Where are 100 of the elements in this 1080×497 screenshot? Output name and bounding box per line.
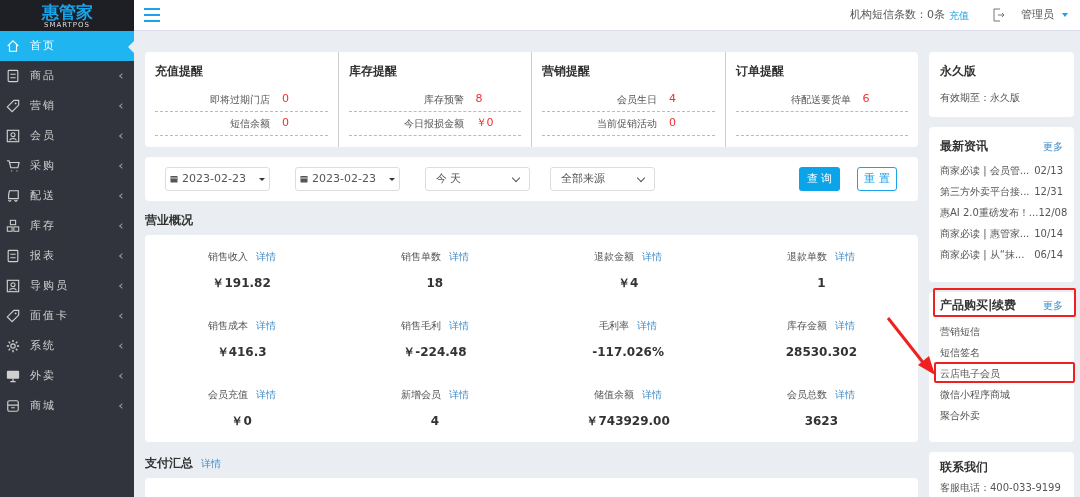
detail-link[interactable]: 详情 — [642, 249, 663, 264]
news-item[interactable]: 商家必读 | 会员管... 02/13 — [940, 162, 1063, 178]
pointer-arrow — [885, 315, 937, 377]
news-item[interactable]: 商家必读 | 从“抹... 06/14 — [940, 246, 1063, 262]
sidebar-item[interactable]: 采购 — [0, 151, 134, 181]
stat-value: 1 — [817, 275, 826, 292]
date-field[interactable]: 2023-02-23 — [165, 167, 270, 191]
id-card-icon — [6, 129, 20, 143]
detail-link[interactable]: 详情 — [835, 387, 856, 402]
stat-value: ￥0 — [231, 413, 252, 430]
phone-text: 客服电话：400-033-9199 — [940, 482, 1062, 494]
store-icon — [6, 399, 20, 413]
stat-label: 储值余额 — [594, 388, 635, 402]
reminder-value: 6 — [862, 91, 870, 108]
detail-link[interactable]: 详情 — [448, 387, 469, 402]
product-link[interactable]: 营销短信 — [940, 324, 980, 340]
product-link[interactable]: 微信小程序商城 — [940, 387, 1010, 403]
stat-value: 18 — [426, 275, 444, 292]
stat-value: -117.026% — [592, 344, 664, 361]
user-menu[interactable]: 管理员 — [1021, 6, 1068, 24]
product-link[interactable]: 聚合外卖 — [940, 408, 980, 424]
detail-link[interactable]: 详情 — [642, 387, 663, 402]
caret-icon — [1062, 13, 1068, 17]
date-field[interactable]: 2023-02-23 — [295, 167, 400, 191]
reminder-value: 0 — [669, 115, 676, 132]
reminder-label: 当前促销活动 — [596, 117, 657, 131]
stat-value: 4 — [430, 413, 440, 430]
active-pointer — [128, 41, 134, 53]
settings-icon — [6, 339, 20, 353]
sidebar-item[interactable]: 库存 — [0, 211, 134, 241]
more-link[interactable]: 更多 — [1043, 297, 1063, 313]
stat-label: 退款单数 — [787, 250, 828, 264]
news-item[interactable]: 第三方外卖平台接... 12/31 — [940, 183, 1063, 199]
stat-value: ￥416.3 — [216, 344, 267, 361]
detail-link[interactable]: 详情 — [835, 249, 856, 264]
detail-link[interactable]: 详情 — [255, 387, 276, 402]
sidebar-item[interactable]: 报表 — [0, 241, 134, 271]
sidebar-item[interactable]: 商城 — [0, 391, 134, 421]
sidebar-item[interactable]: 导购员 — [0, 271, 134, 301]
sidebar-item[interactable]: 外卖 — [0, 361, 134, 391]
stat-value: ￥4 — [617, 275, 639, 292]
caret-icon — [259, 177, 265, 181]
news-item[interactable]: 商家必读 | 惠管家... 10/14 — [940, 225, 1063, 241]
stat-label: 库存金额 — [787, 319, 828, 333]
truck-icon — [6, 189, 20, 203]
sidebar-item[interactable]: 商品 — [0, 61, 134, 91]
menu-icon[interactable] — [144, 8, 160, 22]
tag-icon — [6, 309, 20, 323]
card-title: 永久版 — [940, 63, 977, 80]
reminder-label: 今日报损金额 — [402, 117, 464, 131]
stat-label: 会员充值 — [207, 388, 248, 402]
detail-link[interactable]: 详情 — [448, 249, 469, 264]
detail-link[interactable]: 详情 — [448, 318, 469, 333]
section-title: 营业概况 — [145, 213, 194, 227]
stat-label: 会员总数 — [787, 388, 828, 402]
stat-label: 退款金额 — [594, 250, 635, 264]
stat-label: 销售毛利 — [400, 319, 441, 333]
reminder-label: 库存预警 — [422, 93, 464, 107]
detail-link[interactable]: 详情 — [637, 318, 658, 333]
sidebar-item[interactable]: 配送 — [0, 181, 134, 211]
stat-label: 销售单数 — [400, 250, 441, 264]
detail-link[interactable]: 详情 — [835, 318, 856, 333]
document-icon — [6, 249, 20, 263]
sidebar-item[interactable]: 系统 — [0, 331, 134, 361]
more-link[interactable]: 更多 — [1043, 138, 1063, 154]
stat-label: 销售收入 — [207, 250, 248, 264]
reminder-value: ￥0 — [475, 115, 494, 132]
stat-value: 3623 — [804, 413, 839, 430]
card-title: 产品购买|续费 — [940, 297, 1017, 314]
stat-value: ￥191.82 — [212, 275, 271, 292]
calendar-icon — [170, 175, 178, 183]
detail-link[interactable]: 详情 — [255, 318, 276, 333]
reminder-label: 即将过期门店 — [209, 93, 270, 107]
stat-label: 毛利率 — [599, 319, 630, 333]
reminder-label: 短信余额 — [229, 117, 270, 131]
reminder-value: 0 — [282, 115, 289, 132]
card-title: 订单提醒 — [735, 63, 785, 80]
sidebar-item[interactable]: 面值卡 — [0, 301, 134, 331]
logout-icon[interactable] — [993, 8, 1005, 22]
card-title: 营销提醒 — [542, 63, 591, 80]
sidebar-item[interactable]: 营销 — [0, 91, 134, 121]
period-select[interactable]: 今 天 — [425, 167, 530, 191]
card-title: 库存提醒 — [348, 63, 398, 80]
cart-icon — [6, 159, 20, 173]
source-select[interactable]: 全部来源 — [550, 167, 655, 191]
caret-icon — [389, 177, 395, 181]
sidebar-item[interactable]: 会员 — [0, 121, 134, 151]
detail-link[interactable]: 详情 — [255, 249, 276, 264]
card-title: 最新资讯 — [940, 138, 988, 155]
reminder-value: 4 — [669, 91, 676, 108]
stat-value: ￥-224.48 — [403, 344, 467, 361]
card-title: 充值提醒 — [155, 63, 204, 80]
tag-icon — [6, 99, 20, 113]
document-icon — [6, 69, 20, 83]
stat-label: 销售成本 — [207, 319, 248, 333]
product-link[interactable]: 短信签名 — [940, 345, 980, 361]
reminder-value: 8 — [475, 91, 483, 108]
edition-text: 有效期至：永久版 — [940, 91, 1021, 105]
product-link[interactable]: 云店电子会员 — [940, 366, 1000, 382]
monitor-icon — [6, 369, 20, 383]
